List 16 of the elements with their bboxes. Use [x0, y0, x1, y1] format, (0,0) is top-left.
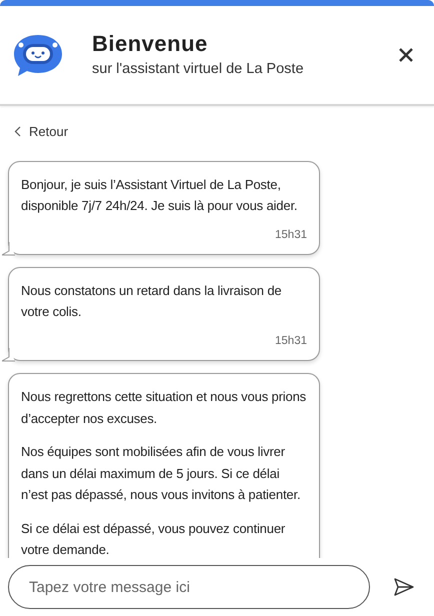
send-button[interactable]	[394, 578, 414, 596]
header-subtitle: sur l'assistant virtuel de La Poste	[92, 60, 305, 79]
message-time: 15h31	[275, 334, 307, 349]
message-input[interactable]: Tapez votre message ici	[8, 565, 370, 609]
close-icon	[398, 47, 414, 63]
message-time: 15h31	[275, 228, 307, 242]
message-text: Bonjour, je suis l’Assistant Virtuel de La Poste, disponible 7j/7 24h/24. Je suis là pour vous aider.	[21, 176, 298, 215]
message-text: Si ce délai est dépassé, vous pouvez continuer votre demande.	[21, 520, 286, 558]
message-text: Nos équipes sont mobilisées afin de vous livrer dans un délai maximum de 5 jours. Si ce délai n’est pas dépassé, nous vous invitons à patienter.	[21, 443, 302, 504]
robot-chat-icon	[12, 33, 64, 77]
message-text: Nous regrettons cette situation et nous vous prions d’accepter nos excuses.	[21, 388, 307, 428]
header-title: Bienvenue	[92, 30, 209, 58]
message-text: Nous constatons un retard dans la livraison de votre colis.	[21, 282, 282, 322]
send-icon	[394, 578, 414, 596]
back-link[interactable]: Retour	[14, 122, 68, 142]
chevron-left-icon	[14, 126, 21, 138]
